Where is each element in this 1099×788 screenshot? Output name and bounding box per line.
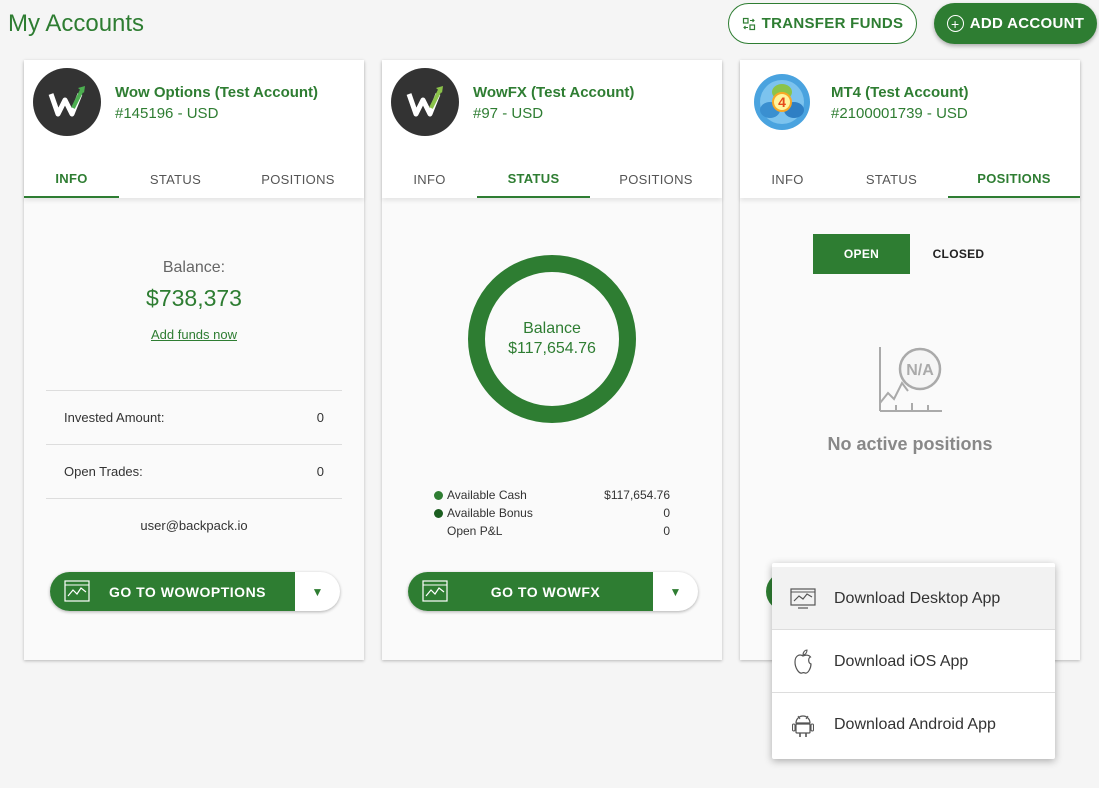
goto-dropdown-toggle[interactable]: ▼ <box>653 572 698 611</box>
account-email: user@backpack.io <box>140 518 248 533</box>
add-funds-link[interactable]: Add funds now <box>24 327 364 342</box>
account-name: WowFX (Test Account) <box>473 84 635 101</box>
donut-label: Balance <box>523 320 581 337</box>
caret-down-icon: ▼ <box>311 584 324 599</box>
tab-info[interactable]: INFO <box>740 160 835 198</box>
menu-item-download-desktop[interactable]: Download Desktop App <box>772 567 1055 630</box>
legend-value: $117,654.76 <box>604 488 670 502</box>
account-tabs: INFO STATUS POSITIONS <box>24 160 364 198</box>
wow-logo-icon <box>33 68 101 136</box>
menu-item-label: Download iOS App <box>834 652 969 670</box>
card-header: 4 MT4 (Test Account) #2100001739 - USD I… <box>740 60 1080 198</box>
desktop-chart-icon <box>790 587 816 609</box>
transfer-icon <box>742 17 755 30</box>
legend-dot <box>434 508 443 518</box>
plus-circle-icon: + <box>946 15 964 32</box>
tab-status[interactable]: STATUS <box>119 160 232 198</box>
download-menu: Download Desktop App Download iOS App Do… <box>772 563 1055 759</box>
divider <box>46 498 342 499</box>
card-header: Wow Options (Test Account) #145196 - USD… <box>24 60 364 198</box>
account-number: #2100001739 - USD <box>831 105 968 122</box>
android-icon <box>792 714 814 737</box>
transfer-funds-label: TRANSFER FUNDS <box>761 15 904 32</box>
row-label: Open Trades: <box>64 464 143 479</box>
svg-text:4: 4 <box>778 94 786 110</box>
balance-value: $738,373 <box>146 285 242 311</box>
legend-label: Available Bonus <box>447 506 533 520</box>
tab-positions[interactable]: POSITIONS <box>232 160 364 198</box>
balance-label: Balance: <box>162 259 226 276</box>
legend-dot <box>434 527 443 536</box>
account-name: Wow Options (Test Account) <box>115 84 319 101</box>
add-account-button[interactable]: + ADD ACCOUNT <box>934 3 1097 44</box>
menu-item-download-android[interactable]: Download Android App <box>772 693 1055 756</box>
goto-wowfx-button[interactable]: GO TO WOWFX <box>408 572 653 611</box>
legend-label: Available Cash <box>447 488 527 502</box>
legend-available-bonus: Available Bonus 0 <box>434 506 670 520</box>
positions-open-toggle[interactable]: OPEN <box>813 234 910 274</box>
row-value: 0 <box>316 464 324 479</box>
empty-positions-text: No active positions <box>827 434 993 454</box>
wow-logo-icon <box>391 68 459 136</box>
transfer-funds-button[interactable]: TRANSFER FUNDS <box>728 3 917 44</box>
no-data-chart-icon: N/A <box>879 347 942 412</box>
invested-amount-row: Invested Amount: 0 <box>46 390 342 444</box>
tab-status[interactable]: STATUS <box>477 160 590 198</box>
goto-wowoptions-button-group: GO TO WOWOPTIONS ▼ <box>50 572 340 611</box>
caret-down-icon: ▼ <box>669 584 682 599</box>
menu-item-download-ios[interactable]: Download iOS App <box>772 630 1055 693</box>
platform-chart-icon <box>422 580 448 602</box>
tab-status[interactable]: STATUS <box>835 160 948 198</box>
card-header: WowFX (Test Account) #97 - USD INFO STAT… <box>382 60 722 198</box>
account-card-wowfx: WowFX (Test Account) #97 - USD INFO STAT… <box>382 60 722 660</box>
row-label: Invested Amount: <box>64 410 165 425</box>
goto-dropdown-toggle[interactable]: ▼ <box>295 572 340 611</box>
account-tabs: INFO STATUS POSITIONS <box>740 160 1080 198</box>
add-account-label: ADD ACCOUNT <box>969 15 1085 32</box>
goto-wowfx-button-group: GO TO WOWFX ▼ <box>408 572 698 611</box>
account-number: #97 - USD <box>473 105 544 122</box>
legend-value: 0 <box>663 524 670 538</box>
account-tabs: INFO STATUS POSITIONS <box>382 160 722 198</box>
legend-label: Open P&L <box>447 524 503 538</box>
na-label: N/A <box>906 362 934 379</box>
menu-item-label: Download Android App <box>834 715 996 733</box>
platform-chart-icon <box>64 580 90 602</box>
donut-value: $117,654.76 <box>508 340 596 357</box>
mt4-logo-icon: 4 <box>752 72 812 132</box>
account-name: MT4 (Test Account) <box>831 84 969 101</box>
tab-info[interactable]: INFO <box>24 160 119 198</box>
tab-positions[interactable]: POSITIONS <box>948 160 1080 198</box>
open-trades-row: Open Trades: 0 <box>46 444 342 498</box>
balance-donut: Balance $117,654.76 <box>468 255 636 423</box>
positions-closed-toggle[interactable]: CLOSED <box>910 234 1007 274</box>
tab-info[interactable]: INFO <box>382 160 477 198</box>
legend-open-pnl: Open P&L 0 <box>434 524 670 538</box>
legend-dot <box>434 490 443 500</box>
account-card-wowoptions: Wow Options (Test Account) #145196 - USD… <box>24 60 364 660</box>
legend-available-cash: Available Cash $117,654.76 <box>434 488 670 502</box>
apple-icon <box>794 648 812 674</box>
menu-item-label: Download Desktop App <box>834 589 1001 607</box>
legend-value: 0 <box>663 506 670 520</box>
row-value: 0 <box>316 410 324 425</box>
tab-positions[interactable]: POSITIONS <box>590 160 722 198</box>
page-title: My Accounts <box>8 10 145 37</box>
goto-wowoptions-button[interactable]: GO TO WOWOPTIONS <box>50 572 295 611</box>
account-number: #145196 - USD <box>115 105 219 122</box>
